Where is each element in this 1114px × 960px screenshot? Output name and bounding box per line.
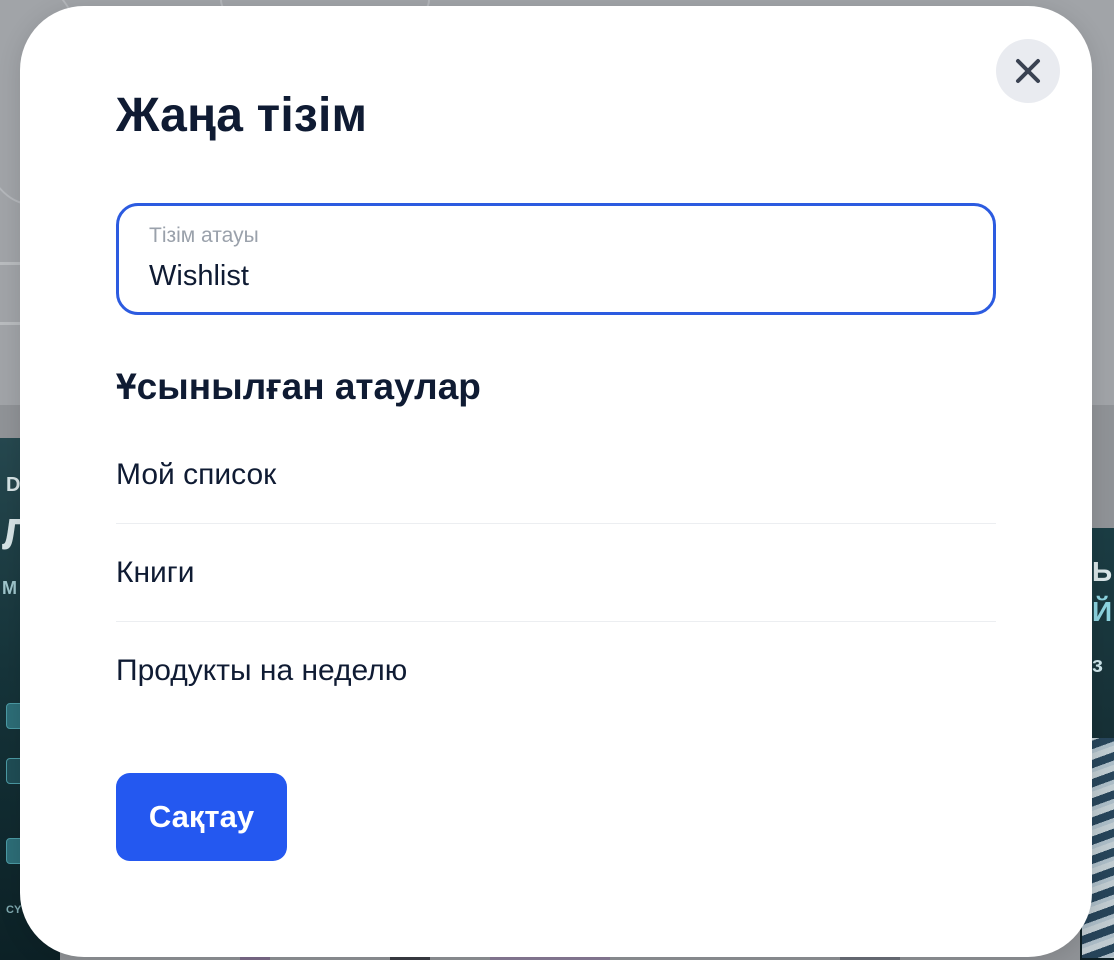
list-name-field[interactable]: Тізім атауы bbox=[116, 203, 996, 315]
close-icon bbox=[1016, 59, 1040, 83]
background-divider bbox=[0, 322, 22, 325]
new-list-modal: Жаңа тізім Тізім атауы Ұсынылған атаулар… bbox=[20, 6, 1092, 957]
save-button[interactable]: Сақтау bbox=[116, 773, 287, 861]
suggestion-item-weekly-groceries[interactable]: Продукты на неделю bbox=[116, 622, 996, 720]
list-name-label: Тізім атауы bbox=[149, 224, 259, 247]
suggestions-list: Мой список Книги Продукты на неделю bbox=[116, 426, 996, 720]
suggestion-item-books[interactable]: Книги bbox=[116, 524, 996, 622]
list-name-input[interactable] bbox=[149, 258, 949, 294]
modal-title: Жаңа тізім bbox=[116, 89, 368, 142]
background-divider bbox=[0, 262, 22, 265]
close-button[interactable] bbox=[996, 39, 1060, 103]
suggestion-item-my-list[interactable]: Мой список bbox=[116, 426, 996, 524]
suggestions-title: Ұсынылған атаулар bbox=[116, 366, 481, 407]
